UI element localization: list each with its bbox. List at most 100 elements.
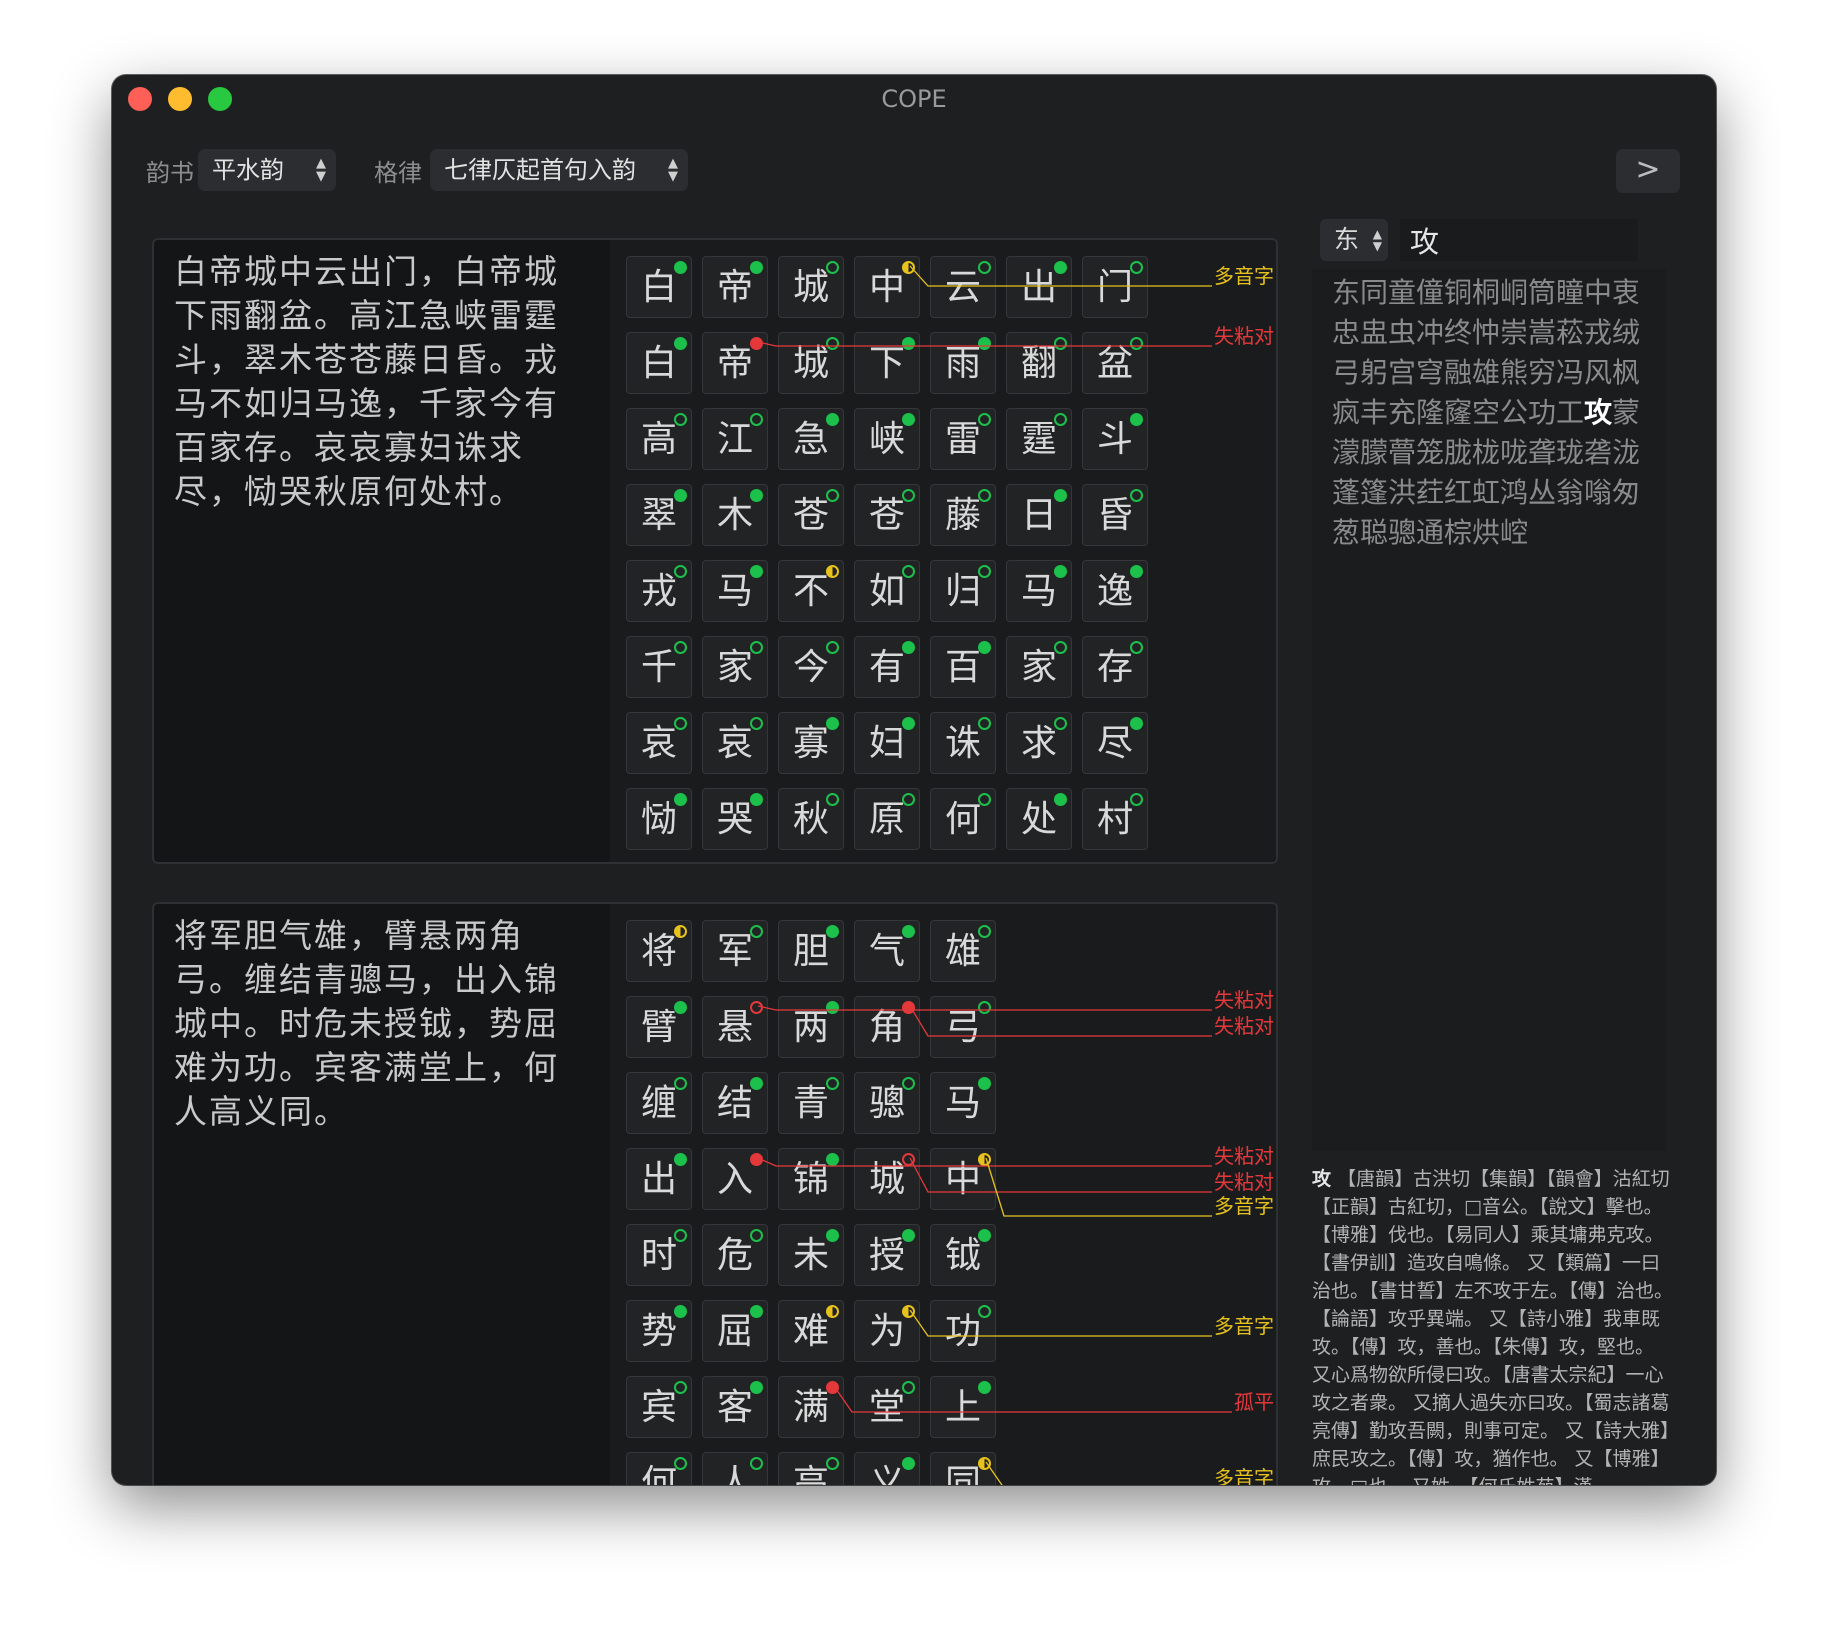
tone-cell[interactable]: 缠 <box>626 1072 692 1134</box>
rhyme-group-select[interactable]: 东 ▲ ▼ <box>1320 219 1388 261</box>
tone-cell[interactable]: 出 <box>626 1148 692 1210</box>
warning-tag[interactable]: 失粘对 <box>1212 1014 1276 1038</box>
poem-text[interactable]: 将军胆气雄，臂悬两角弓。缠结青骢马，出入锦城中。时危未授钺，势屈难为功。宾客满堂… <box>174 914 592 1134</box>
warning-tag[interactable]: 多音字 <box>1212 1194 1276 1218</box>
tone-cell[interactable]: 家 <box>702 636 768 698</box>
tone-cell[interactable]: 恸 <box>626 788 692 850</box>
tone-cell[interactable]: 妇 <box>854 712 920 774</box>
warning-tag[interactable]: 多音字 <box>1212 1314 1276 1338</box>
tone-cell[interactable]: 家 <box>1006 636 1072 698</box>
tone-cell[interactable]: 寡 <box>778 712 844 774</box>
tone-cell[interactable]: 哭 <box>702 788 768 850</box>
warning-tag[interactable]: 失粘对 <box>1212 324 1276 348</box>
tone-cell[interactable]: 白 <box>626 256 692 318</box>
tone-cell[interactable]: 归 <box>930 560 996 622</box>
tone-cell[interactable]: 存 <box>1082 636 1148 698</box>
tone-cell[interactable]: 求 <box>1006 712 1072 774</box>
tone-cell[interactable]: 悬 <box>702 996 768 1058</box>
tone-cell[interactable]: 难 <box>778 1300 844 1362</box>
tone-cell[interactable]: 帝 <box>702 332 768 394</box>
tone-cell[interactable]: 钺 <box>930 1224 996 1286</box>
tone-cell[interactable]: 城 <box>778 256 844 318</box>
tone-cell[interactable]: 门 <box>1082 256 1148 318</box>
tone-cell[interactable]: 高 <box>626 408 692 470</box>
tone-cell[interactable]: 江 <box>702 408 768 470</box>
tone-cell[interactable]: 诛 <box>930 712 996 774</box>
tone-cell[interactable]: 苍 <box>854 484 920 546</box>
tone-cell[interactable]: 入 <box>702 1148 768 1210</box>
tone-cell[interactable]: 结 <box>702 1072 768 1134</box>
tone-cell[interactable]: 弓 <box>930 996 996 1058</box>
tone-cell[interactable]: 出 <box>1006 256 1072 318</box>
tone-cell[interactable]: 两 <box>778 996 844 1058</box>
tone-cell[interactable]: 雨 <box>930 332 996 394</box>
tone-cell[interactable]: 帝 <box>702 256 768 318</box>
tone-cell[interactable]: 原 <box>854 788 920 850</box>
tone-cell[interactable]: 木 <box>702 484 768 546</box>
tone-cell[interactable]: 高 <box>778 1452 844 1485</box>
tone-cell[interactable]: 哀 <box>626 712 692 774</box>
tone-cell[interactable]: 昏 <box>1082 484 1148 546</box>
tone-cell[interactable]: 角 <box>854 996 920 1058</box>
warning-tag[interactable]: 多音字 <box>1212 264 1276 288</box>
tone-cell[interactable]: 斗 <box>1082 408 1148 470</box>
highlighted-char[interactable]: 攻 <box>1584 396 1612 429</box>
tone-cell[interactable]: 何 <box>930 788 996 850</box>
tone-cell[interactable]: 峡 <box>854 408 920 470</box>
tone-cell[interactable]: 百 <box>930 636 996 698</box>
tone-cell[interactable]: 藤 <box>930 484 996 546</box>
warning-tag[interactable]: 多音字 <box>1212 1466 1276 1485</box>
tone-cell[interactable]: 将 <box>626 920 692 982</box>
tone-cell[interactable]: 尽 <box>1082 712 1148 774</box>
tone-cell[interactable]: 急 <box>778 408 844 470</box>
warning-tag[interactable]: 失粘对 <box>1212 1170 1276 1194</box>
rhyme-book-select[interactable]: 平水韵 ▲ ▼ <box>198 149 336 191</box>
tone-cell[interactable]: 日 <box>1006 484 1072 546</box>
tone-cell[interactable]: 军 <box>702 920 768 982</box>
tone-cell[interactable]: 逸 <box>1082 560 1148 622</box>
tone-cell[interactable]: 胆 <box>778 920 844 982</box>
tone-cell[interactable]: 客 <box>702 1376 768 1438</box>
tone-cell[interactable]: 苍 <box>778 484 844 546</box>
tone-cell[interactable]: 中 <box>854 256 920 318</box>
warning-tag[interactable]: 失粘对 <box>1212 1144 1276 1168</box>
tone-cell[interactable]: 何 <box>626 1452 692 1485</box>
tone-cell[interactable]: 马 <box>930 1072 996 1134</box>
poem-text[interactable]: 白帝城中云出门，白帝城下雨翻盆。高江急峡雷霆斗，翠木苍苍藤日昏。戎马不如归马逸，… <box>174 250 592 514</box>
tone-cell[interactable]: 人 <box>702 1452 768 1485</box>
tone-cell[interactable]: 功 <box>930 1300 996 1362</box>
tone-cell[interactable]: 宾 <box>626 1376 692 1438</box>
tone-cell[interactable]: 白 <box>626 332 692 394</box>
tone-cell[interactable]: 势 <box>626 1300 692 1362</box>
tone-cell[interactable]: 为 <box>854 1300 920 1362</box>
tone-cell[interactable]: 云 <box>930 256 996 318</box>
tone-cell[interactable]: 城 <box>854 1148 920 1210</box>
tone-cell[interactable]: 盆 <box>1082 332 1148 394</box>
tone-cell[interactable]: 秋 <box>778 788 844 850</box>
tone-cell[interactable]: 不 <box>778 560 844 622</box>
tone-cell[interactable]: 时 <box>626 1224 692 1286</box>
tone-cell[interactable]: 今 <box>778 636 844 698</box>
tone-cell[interactable]: 屈 <box>702 1300 768 1362</box>
tone-cell[interactable]: 千 <box>626 636 692 698</box>
tone-cell[interactable]: 上 <box>930 1376 996 1438</box>
tone-cell[interactable]: 臂 <box>626 996 692 1058</box>
tone-cell[interactable]: 马 <box>702 560 768 622</box>
tone-cell[interactable]: 翠 <box>626 484 692 546</box>
next-button[interactable]: > <box>1616 149 1680 193</box>
tone-cell[interactable]: 青 <box>778 1072 844 1134</box>
tone-cell[interactable]: 马 <box>1006 560 1072 622</box>
tone-cell[interactable]: 处 <box>1006 788 1072 850</box>
tone-cell[interactable]: 戎 <box>626 560 692 622</box>
warning-tag[interactable]: 孤平 <box>1232 1390 1276 1414</box>
tone-cell[interactable]: 翻 <box>1006 332 1072 394</box>
rhyme-char-list[interactable]: 东同童僮铜桐峒筒瞳中衷忠盅虫冲终忡崇嵩菘戎绒弓躬宫穹融雄熊穷冯风枫疯丰充隆窿空公… <box>1332 273 1644 553</box>
warning-tag[interactable]: 失粘对 <box>1212 988 1276 1012</box>
tone-cell[interactable]: 雷 <box>930 408 996 470</box>
tone-cell[interactable]: 中 <box>930 1148 996 1210</box>
tone-cell[interactable]: 义 <box>854 1452 920 1485</box>
tone-cell[interactable]: 骢 <box>854 1072 920 1134</box>
tone-cell[interactable]: 堂 <box>854 1376 920 1438</box>
meter-select[interactable]: 七律仄起首句入韵 ▲ ▼ <box>430 149 688 191</box>
tone-cell[interactable]: 满 <box>778 1376 844 1438</box>
